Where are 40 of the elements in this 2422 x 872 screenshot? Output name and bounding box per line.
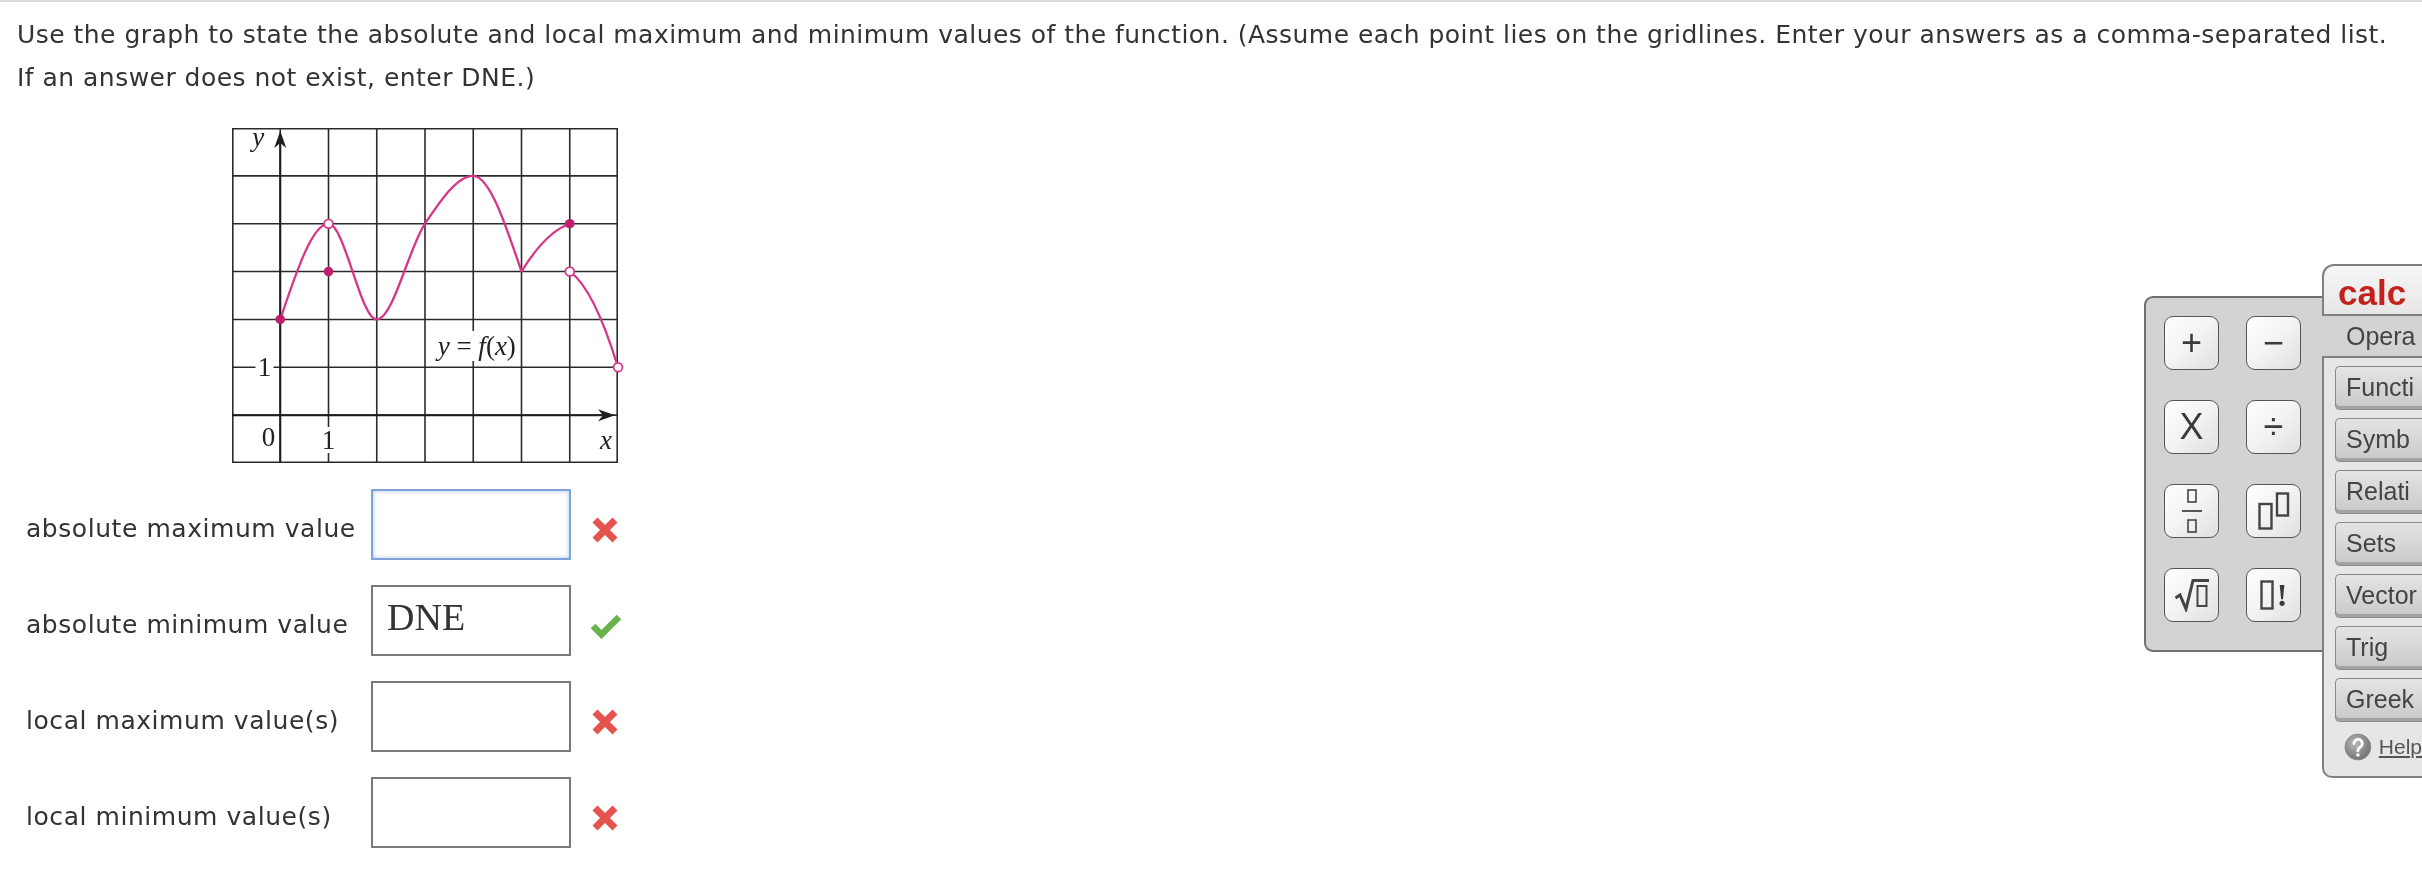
- help-link[interactable]: Help: [2378, 735, 2422, 759]
- open-dot-icon: [564, 266, 576, 277]
- y-axis-label: y: [250, 124, 266, 150]
- answer-field[interactable]: [371, 489, 571, 560]
- x-axis-label: x: [598, 427, 613, 454]
- answer-field[interactable]: DNE: [371, 585, 571, 656]
- category-button[interactable]: Greek: [2335, 678, 2422, 722]
- filled-dot-icon: [564, 218, 575, 229]
- palette-title: calc: [2322, 264, 2422, 314]
- operator-key[interactable]: X: [2164, 400, 2219, 454]
- question-text: Use the graph to state the absolute and local maximum and minimum values of the function. (Assume each point lies on the gridlines. Enter your answers as a comma-separated list. If an answer does not exist, enter DNE.): [17, 19, 2389, 94]
- answer-field[interactable]: [371, 681, 571, 752]
- answer-label: local minimum value(s): [25, 802, 333, 831]
- box-icon: [2259, 580, 2274, 610]
- exponent-icon: [2257, 492, 2290, 530]
- square-root-icon: [2173, 578, 2210, 612]
- category-button[interactable]: Sets: [2335, 522, 2422, 566]
- category-button[interactable]: Symb: [2335, 418, 2422, 462]
- answer-field[interactable]: [371, 777, 571, 848]
- category-button[interactable]: Relati: [2335, 470, 2422, 514]
- category-button[interactable]: Trig: [2335, 626, 2422, 670]
- factorial-key[interactable]: !: [2246, 568, 2301, 622]
- fraction-icon: [2180, 489, 2203, 533]
- filled-dot-icon: [323, 266, 334, 277]
- filled-dot-icon: [275, 314, 286, 325]
- open-dot-icon: [323, 218, 334, 229]
- power-key[interactable]: [2246, 484, 2301, 538]
- root-key[interactable]: [2164, 568, 2219, 622]
- fraction-key[interactable]: [2164, 484, 2219, 538]
- category-tab[interactable]: Opera: [2322, 314, 2422, 358]
- operator-key[interactable]: ÷: [2246, 400, 2301, 454]
- category-button[interactable]: Vector: [2335, 574, 2422, 618]
- answer-label: local maximum value(s): [25, 706, 341, 735]
- answer-label: absolute maximum value: [25, 514, 357, 543]
- operator-key[interactable]: −: [2246, 316, 2301, 370]
- answer-label: absolute minimum value: [25, 610, 350, 639]
- category-button[interactable]: Functi: [2335, 366, 2422, 410]
- operator-key[interactable]: +: [2164, 316, 2219, 370]
- help-icon[interactable]: [2344, 733, 2372, 761]
- open-dot-icon: [612, 362, 624, 373]
